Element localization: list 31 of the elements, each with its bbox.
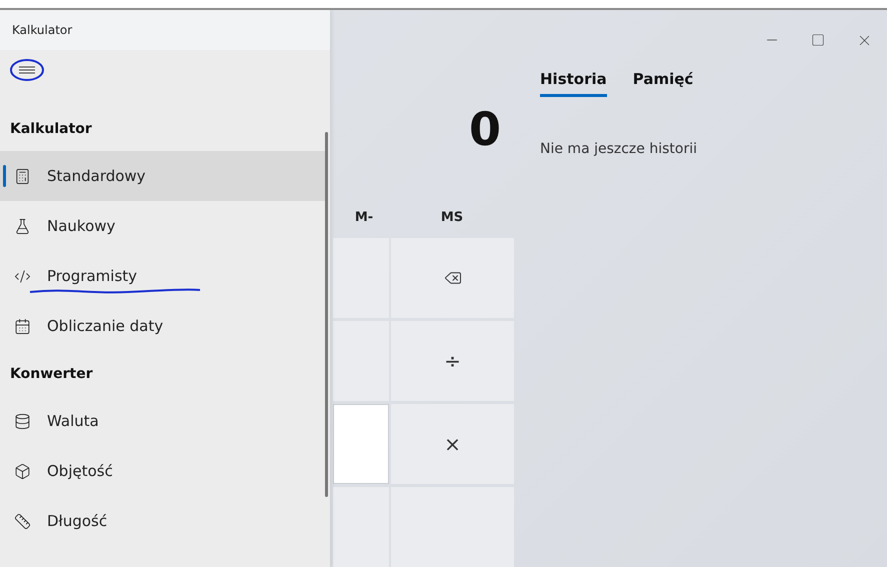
empty-history-text: Nie ma jeszcze historii bbox=[540, 141, 698, 157]
flask-icon bbox=[14, 218, 31, 234]
memory-button[interactable]: MS bbox=[422, 200, 482, 234]
code-icon bbox=[14, 268, 31, 284]
nav-item[interactable]: Długość bbox=[0, 496, 328, 546]
result-display: 0 bbox=[468, 106, 501, 152]
calendar-icon bbox=[14, 318, 31, 334]
maximize-icon[interactable] bbox=[811, 33, 825, 47]
ruler-icon bbox=[14, 512, 31, 530]
calculator-key[interactable] bbox=[333, 487, 389, 567]
calculator-icon bbox=[14, 168, 31, 184]
calculator-key[interactable] bbox=[333, 321, 389, 401]
section-heading: Kalkulator bbox=[10, 120, 92, 136]
nav-item[interactable]: Obliczanie daty bbox=[0, 301, 328, 351]
nav-item[interactable]: Waluta bbox=[0, 396, 328, 446]
cube-icon bbox=[14, 462, 31, 480]
memory-button[interactable]: M- bbox=[334, 200, 394, 234]
nav-item[interactable]: Programisty bbox=[0, 251, 328, 301]
nav-item[interactable]: Objętość bbox=[0, 446, 328, 496]
panel-tab[interactable]: Pamięć bbox=[632, 70, 694, 97]
window-title: Kalkulator bbox=[12, 23, 72, 37]
calculator-key[interactable] bbox=[391, 238, 514, 318]
calculator-key[interactable] bbox=[333, 238, 389, 318]
calculator-key[interactable]: ÷ bbox=[391, 321, 514, 401]
nav-item[interactable]: Standardowy bbox=[0, 151, 328, 201]
calculator-key[interactable] bbox=[333, 404, 389, 484]
coin-stack-icon bbox=[14, 412, 31, 430]
calculator-key[interactable]: × bbox=[391, 404, 514, 484]
nav-item[interactable]: Naukowy bbox=[0, 201, 328, 251]
section-heading: Konwerter bbox=[10, 366, 93, 382]
panel-tab[interactable]: Historia bbox=[540, 70, 607, 97]
